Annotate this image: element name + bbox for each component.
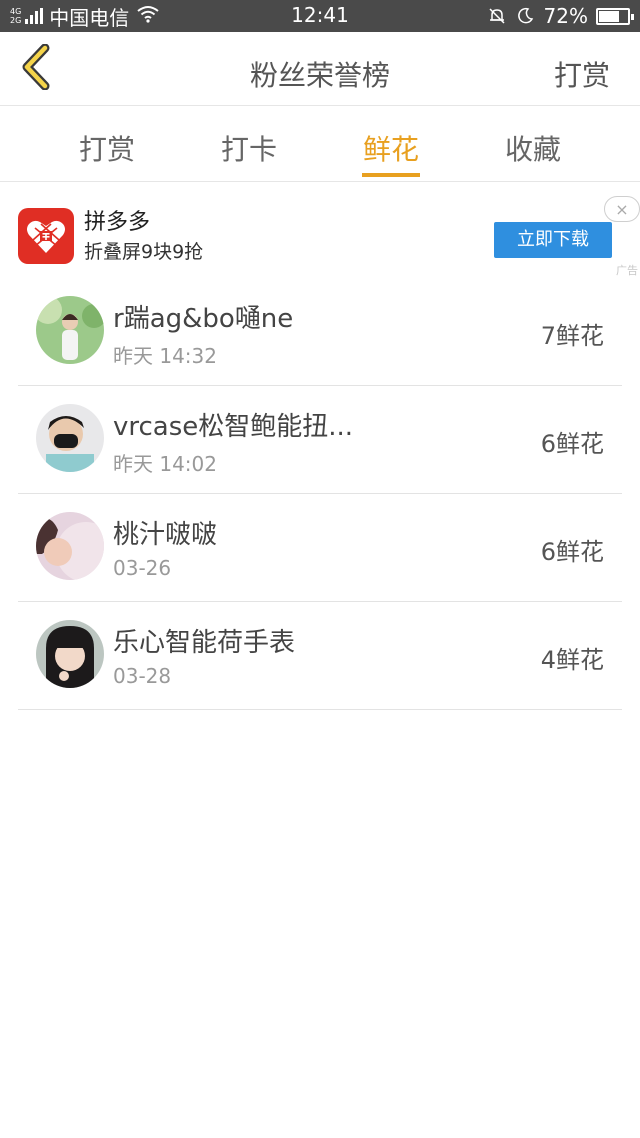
flower-count: 7鲜花 — [540, 322, 604, 350]
close-icon: × — [615, 199, 629, 219]
ad-close-button[interactable]: × — [604, 196, 640, 222]
tab-label: 打赏 — [78, 133, 135, 166]
battery-fill — [599, 10, 620, 22]
battery-icon — [596, 7, 634, 25]
status-bar: 4G 2G 中国电信 12:41 72% — [0, 0, 640, 32]
fan-name: r踹ag&bo嗵ne — [113, 304, 294, 334]
fan-name: 桃汁啵啵 — [113, 520, 218, 550]
list-item[interactable]: vrcase松智鲍能扭... 昨天 14:02 6鲜花 — [18, 386, 622, 494]
ad-subtitle: 折叠屏9块9抢 — [84, 241, 204, 263]
page-title: 粉丝荣誉榜 — [249, 59, 390, 92]
tab-flowers[interactable]: 鲜花 — [320, 106, 462, 181]
pinduoduo-logo — [18, 208, 74, 264]
avatar[interactable] — [36, 404, 104, 472]
fan-time: 03-28 — [113, 664, 172, 688]
tab-label: 打卡 — [220, 133, 277, 166]
tab-favorites[interactable]: 收藏 — [462, 106, 604, 181]
flower-count: 6鲜花 — [540, 538, 604, 566]
flower-count: 6鲜花 — [540, 430, 604, 458]
mute-bell-icon — [488, 7, 506, 25]
header: 粉丝荣誉榜 打赏 — [0, 32, 640, 106]
tab-label: 鲜花 — [362, 133, 419, 166]
fan-time: 昨天 14:02 — [113, 452, 217, 476]
list-item[interactable]: 桃汁啵啵 03-26 6鲜花 — [18, 494, 622, 602]
flower-count: 4鲜花 — [540, 646, 604, 674]
status-bar-right: 72% — [488, 3, 634, 29]
ad-title: 拼多多 — [84, 210, 151, 235]
avatar[interactable] — [36, 512, 104, 580]
fan-name: 乐心智能荷手表 — [113, 628, 296, 658]
ad-banner[interactable]: 拼多多 折叠屏9块9抢 立即下载 × 广告 — [0, 182, 640, 278]
tab-reward[interactable]: 打赏 — [36, 106, 178, 181]
list-item[interactable]: 乐心智能荷手表 03-28 4鲜花 — [18, 602, 622, 710]
tab-label: 收藏 — [504, 133, 561, 166]
download-button[interactable]: 立即下载 — [494, 222, 612, 258]
tab-bar: 打赏 打卡 鲜花 收藏 — [0, 106, 640, 182]
moon-icon — [516, 7, 534, 25]
ad-label: 广告 — [616, 264, 638, 277]
fan-name: vrcase松智鲍能扭... — [113, 412, 354, 442]
fan-time: 03-26 — [113, 556, 172, 580]
avatar[interactable] — [36, 296, 104, 364]
tab-checkin[interactable]: 打卡 — [178, 106, 320, 181]
battery-percent: 72% — [543, 4, 588, 28]
fan-time: 昨天 14:32 — [113, 344, 217, 368]
fan-list: r踹ag&bo嗵ne 昨天 14:32 7鲜花 vrcase松智鲍能扭... 昨… — [0, 278, 640, 710]
tab-underline — [362, 173, 420, 177]
avatar[interactable] — [36, 620, 104, 688]
list-item[interactable]: r踹ag&bo嗵ne 昨天 14:32 7鲜花 — [18, 278, 622, 386]
reward-button[interactable]: 打赏 — [554, 54, 610, 94]
